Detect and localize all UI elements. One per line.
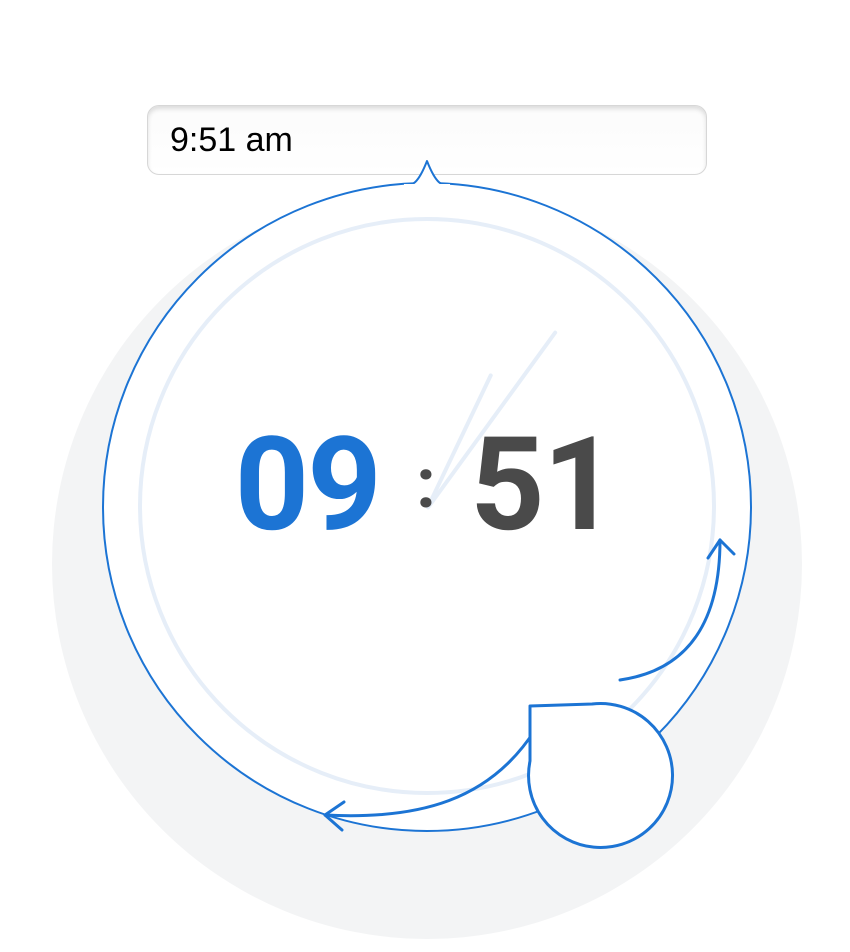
drag-handle-icon [510, 686, 684, 860]
time-drag-handle[interactable] [510, 686, 684, 860]
time-input[interactable] [147, 105, 707, 175]
